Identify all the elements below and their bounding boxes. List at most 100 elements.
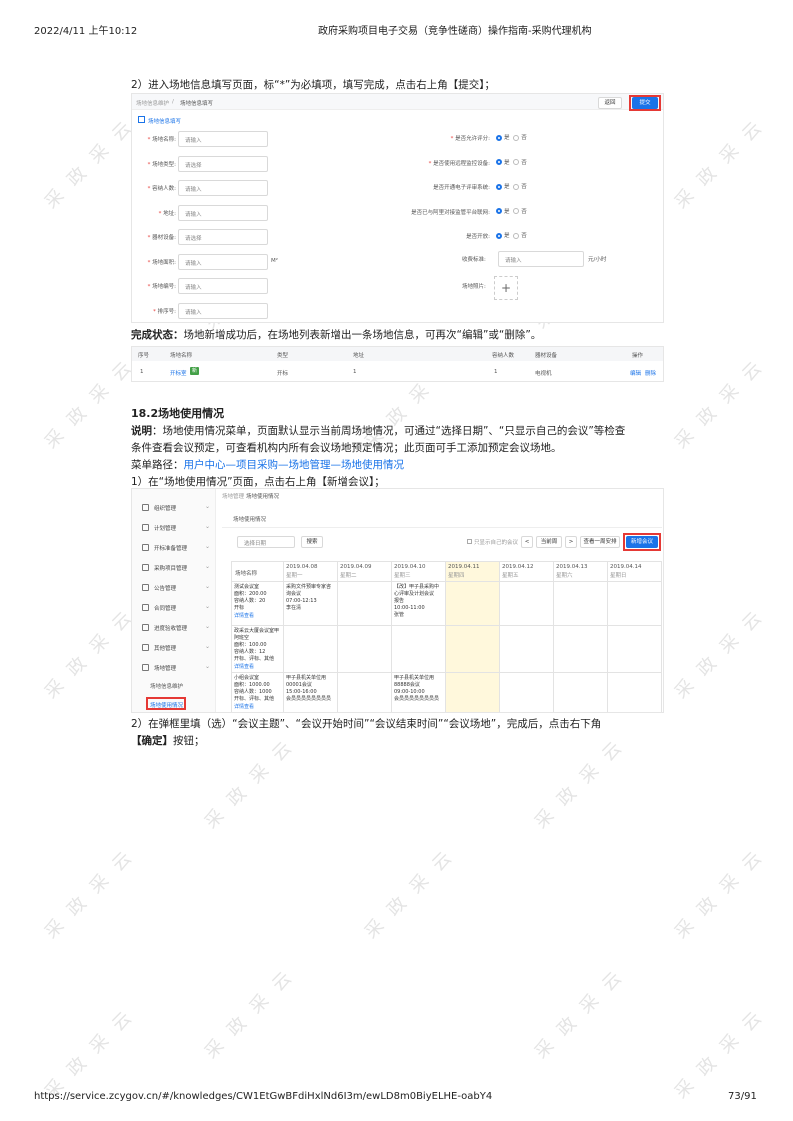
sidebar-item[interactable]: 合同管理 ⌄ bbox=[132, 597, 216, 619]
sidebar-item[interactable]: 场地管理 ⌄ bbox=[132, 657, 216, 679]
field-label-text: 容纳人数: bbox=[152, 186, 176, 192]
search-button[interactable]: 搜索 bbox=[301, 536, 323, 548]
chevron-down-icon: ⌄ bbox=[204, 563, 210, 570]
row-name[interactable]: 开标室 bbox=[170, 369, 187, 377]
radio-no-label: 否 bbox=[521, 135, 527, 141]
radio-no[interactable] bbox=[513, 134, 520, 141]
watermark-text: 采 政 采 云 bbox=[530, 965, 629, 1063]
step2b-rest: 按钮； bbox=[173, 735, 205, 747]
photo-upload-button[interactable]: + bbox=[494, 276, 518, 300]
sidebar-item[interactable]: 其他管理 ⌄ bbox=[132, 637, 216, 659]
field-label-text: 场地类型: bbox=[152, 161, 176, 168]
cal-breadcrumb-1[interactable]: 场地管理 bbox=[222, 492, 244, 500]
field-label: * 场地编号: bbox=[138, 282, 176, 290]
form-screenshot: 场地信息维护 / 场地信息填写 返回 提交 场地信息填写 * 场地名称: 请输入 *… bbox=[131, 93, 664, 323]
sidebar-item-label: 其他管理 bbox=[154, 646, 177, 652]
radio-no[interactable] bbox=[513, 232, 520, 239]
radio-yes-label: 是 bbox=[504, 184, 512, 190]
field-input[interactable]: 请输入 bbox=[178, 278, 268, 294]
watermark-text: 采 政 采 云 bbox=[670, 1005, 769, 1103]
field-placeholder: 请输入 bbox=[185, 309, 202, 316]
this-week-button[interactable]: 当前周 bbox=[536, 536, 562, 548]
sidebar-item[interactable]: 开标准备管理 ⌄ bbox=[132, 537, 216, 559]
prev-week-button[interactable]: < bbox=[521, 536, 533, 548]
menu-path[interactable]: 用户中心—项目采购—场地管理—场地使用情况 bbox=[184, 459, 405, 471]
grid-v bbox=[661, 561, 662, 712]
field-input[interactable]: 请输入 bbox=[178, 204, 268, 221]
grid-v bbox=[231, 561, 232, 712]
menu-icon bbox=[142, 524, 149, 531]
radio-yes[interactable] bbox=[496, 208, 502, 214]
only-mine-checkbox[interactable] bbox=[467, 539, 472, 544]
sidebar-item-label: 进度验收管理 bbox=[154, 626, 188, 632]
next-week-button[interactable]: > bbox=[565, 536, 577, 548]
grid-v bbox=[445, 561, 446, 712]
radio-yes-label: 是 bbox=[504, 159, 512, 166]
menu-icon bbox=[142, 624, 149, 631]
menu-icon bbox=[142, 604, 149, 611]
menu-icon bbox=[142, 564, 149, 571]
sidebar-item[interactable]: 计划管理 ⌄ bbox=[132, 517, 216, 539]
field-input[interactable]: 请输入 bbox=[178, 180, 268, 196]
print-datetime: 2022/4/11 上午10:12 bbox=[34, 26, 138, 37]
meeting-mon[interactable]: 采购文件预审专家咨 询会议 07:00-12:13 李在清 bbox=[286, 584, 331, 612]
radio-label-text: 是否使用远程监控设备: bbox=[433, 160, 490, 167]
radio-field-label: * 是否允许评分: bbox=[362, 134, 490, 142]
radio-no[interactable] bbox=[513, 183, 520, 190]
col-capacity: 容纳人数 bbox=[492, 353, 515, 359]
radio-no-label: 否 bbox=[521, 208, 527, 215]
sidebar-item[interactable]: 公告管理 ⌄ bbox=[132, 577, 216, 599]
radio-no-label: 否 bbox=[521, 233, 527, 239]
breadcrumb-1[interactable]: 场地信息维护 bbox=[136, 99, 169, 107]
breadcrumb-2: 场地信息填写 bbox=[180, 101, 214, 107]
field-label-text: 场地面积: bbox=[152, 259, 176, 266]
row-equipment: 电视机 bbox=[535, 371, 552, 377]
field-input[interactable]: 请选择 bbox=[178, 155, 268, 172]
radio-field-label: * 是否使用远程监控设备: bbox=[362, 159, 490, 167]
sidebar-item[interactable]: 采购项目管理 ⌄ bbox=[132, 557, 216, 579]
meeting-wed[interactable]: 【改】甲子县采购中 心评审及计划会议 报告 10:00-11:00 张管 bbox=[394, 584, 439, 619]
menu-highlight bbox=[146, 697, 186, 710]
menu-icon bbox=[142, 504, 149, 511]
sidebar-item[interactable]: 组织管理 ⌄ bbox=[132, 497, 216, 519]
watermark-text: 采 政 采 云 bbox=[40, 605, 139, 703]
radio-no-label: 否 bbox=[521, 159, 527, 166]
sub-venue-info[interactable]: 场地信息维护 bbox=[150, 682, 183, 690]
field-input[interactable]: 请输入 bbox=[178, 253, 268, 270]
footer-url[interactable]: https://service.zcygov.cn/#/knowledges/C… bbox=[34, 1091, 492, 1102]
radio-no[interactable] bbox=[513, 159, 520, 165]
date-picker[interactable]: 选择日期 bbox=[237, 536, 295, 548]
meeting-mon[interactable]: 甲子县机关单位用 00001会议 15:00-16:00 会员员员员员员员员 bbox=[286, 675, 331, 703]
chevron-down-icon: ⌄ bbox=[204, 663, 210, 670]
sidebar-item[interactable]: 进度验收管理 ⌄ bbox=[132, 617, 216, 639]
radio-yes[interactable] bbox=[496, 159, 502, 165]
col-name: 场地名称 bbox=[170, 353, 193, 359]
day-date: 2019.04.10 bbox=[394, 564, 426, 570]
radio-yes[interactable] bbox=[496, 134, 502, 141]
room-detail-link[interactable]: 详情查看 bbox=[234, 612, 254, 619]
field-input[interactable]: 请选择 bbox=[178, 229, 268, 245]
back-button[interactable]: 返回 bbox=[598, 97, 622, 109]
delete-link[interactable]: 删除 bbox=[645, 369, 656, 377]
radio-yes[interactable] bbox=[496, 183, 502, 190]
field-label: * 场地名称: bbox=[138, 135, 176, 143]
col-type: 类型 bbox=[277, 353, 289, 359]
radio-yes[interactable] bbox=[496, 232, 502, 239]
edit-link[interactable]: 编辑 bbox=[630, 369, 641, 377]
photo-label: 场地照片: bbox=[462, 284, 486, 290]
radio-no[interactable] bbox=[513, 208, 520, 214]
fee-input[interactable]: 请输入 bbox=[498, 251, 584, 267]
day-week: 星期日 bbox=[610, 573, 627, 579]
radio-group: 是 否 bbox=[494, 207, 527, 215]
radio-field-label: 是否开放: bbox=[362, 232, 490, 240]
field-input[interactable]: 请输入 bbox=[178, 302, 268, 319]
meeting-wed[interactable]: 甲子县机关单位用 88888会议 09:00-10:00 会员员员员员员员员 bbox=[394, 675, 439, 703]
day-week: 星期二 bbox=[340, 573, 357, 579]
room-detail-link[interactable]: 详情查看 bbox=[234, 663, 254, 670]
grid-h bbox=[231, 561, 661, 562]
field-input[interactable]: 请输入 bbox=[178, 131, 268, 147]
room-detail-link[interactable]: 详情查看 bbox=[234, 703, 254, 710]
section-desc-line2: 条件查看会议预定，可查看机构内所有会议场地预定情况；此页面可手工添加预定会议场地… bbox=[131, 442, 562, 454]
menu-path-line: 菜单路径：用户中心—项目采购—场地管理—场地使用情况 bbox=[131, 457, 404, 472]
week-schedule-button[interactable]: 查看一周安排 bbox=[580, 536, 620, 548]
